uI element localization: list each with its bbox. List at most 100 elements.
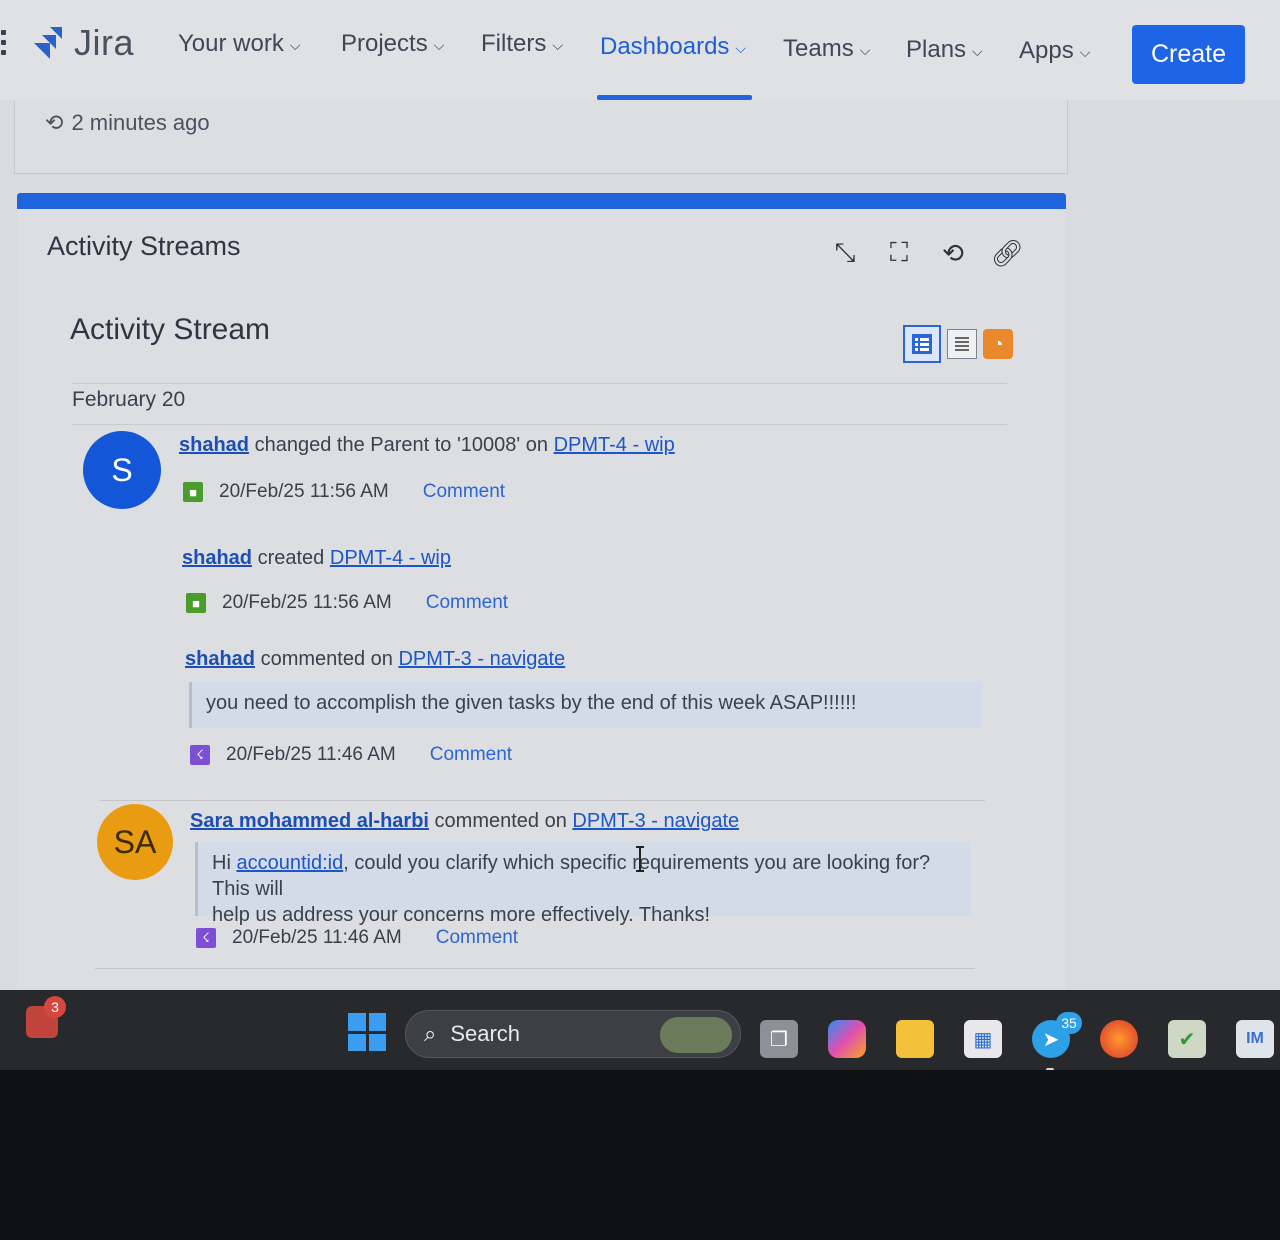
chevron-down-icon: ⌵	[859, 41, 871, 58]
minimize-icon[interactable]: ⤡	[829, 237, 861, 269]
chevron-down-icon: ⌵	[972, 42, 983, 59]
last-refreshed-text: 2 minutes ago	[71, 110, 210, 135]
top-navigation: Jira Your work ⌵ Projects ⌵ Filters ⌵ Dashb…	[0, 0, 1280, 100]
link-icon[interactable]: 🔗︎	[991, 237, 1024, 269]
activity-action: changed the Parent to '10008' on	[254, 434, 549, 456]
rss-feed-icon[interactable]: ◔	[983, 329, 1013, 359]
brand-name: Jira	[74, 22, 135, 63]
nav-label: Apps	[1019, 37, 1074, 64]
app-switcher-icon[interactable]	[0, 30, 8, 60]
task-view-icon[interactable]: ❐	[760, 1020, 798, 1058]
gadget-title: Activity Streams	[47, 231, 241, 261]
im-app-icon[interactable]: IM	[1236, 1020, 1274, 1058]
avatar[interactable]: S	[83, 431, 161, 509]
telegram-badge: 35	[1056, 1012, 1082, 1034]
file-explorer-icon[interactable]	[896, 1020, 934, 1058]
nav-projects[interactable]: Projects ⌵	[341, 30, 444, 58]
firefox-icon[interactable]	[1100, 1020, 1138, 1058]
activity-action: created	[257, 547, 325, 569]
view-toggle: ◔	[903, 325, 1013, 363]
nav-dashboards[interactable]: Dashboards ⌵	[600, 33, 746, 61]
chevron-down-icon: ⌵	[1079, 43, 1091, 60]
gadget-color-bar	[17, 193, 1066, 209]
divider	[100, 800, 985, 801]
timestamp: 20/Feb/25 11:56 AM	[219, 481, 389, 502]
windows-taskbar: 3 ⌕ Search ❐ ▦ ➤ 35 ✔ IM	[0, 990, 1280, 1072]
store-icon[interactable]: ▦	[964, 1020, 1002, 1058]
notification-badge: 3	[44, 996, 66, 1018]
mention-link[interactable]: accountid:id	[236, 852, 343, 874]
nav-plans[interactable]: Plans ⌵	[906, 36, 983, 64]
user-link[interactable]: shahad	[179, 434, 249, 456]
previous-gadget-footer: ⟲ 2 minutes ago	[14, 100, 1068, 174]
entry-meta: ☇ 20/Feb/25 11:46 AM Comment	[190, 744, 512, 766]
user-link[interactable]: shahad	[185, 648, 255, 670]
nav-filters[interactable]: Filters ⌵	[481, 30, 563, 58]
nav-label: Your work	[178, 30, 284, 57]
list-icon	[955, 337, 969, 351]
issue-link[interactable]: DPMT-4 - wip	[330, 547, 451, 569]
nav-label: Teams	[783, 35, 854, 62]
nav-label: Projects	[341, 30, 428, 57]
create-button[interactable]: Create	[1132, 25, 1245, 84]
nav-label: Filters	[481, 30, 547, 57]
entry-meta: ■ 20/Feb/25 11:56 AM Comment	[186, 592, 508, 614]
search-highlight-image	[660, 1017, 732, 1053]
nav-your-work[interactable]: Your work ⌵	[178, 30, 300, 58]
chevron-down-icon: ⌵	[433, 36, 445, 53]
issue-link[interactable]: DPMT-4 - wip	[554, 434, 675, 456]
activity-action: commented on	[260, 648, 393, 670]
timestamp: 20/Feb/25 11:46 AM	[226, 744, 396, 765]
subtask-icon: ☇	[190, 745, 210, 765]
gadget-toolbar: ⤡ ⛶ ⟲ 🔗︎	[829, 237, 1024, 269]
fullscreen-icon[interactable]: ⛶	[883, 237, 915, 269]
date-heading-text: February 20	[72, 388, 186, 411]
avatar[interactable]: SA	[97, 804, 173, 880]
timestamp: 20/Feb/25 11:46 AM	[232, 927, 402, 948]
issue-link[interactable]: DPMT-3 - navigate	[398, 648, 565, 670]
chevron-down-icon: ⌵	[552, 36, 563, 53]
entry-meta: ■ 20/Feb/25 11:56 AM Comment	[183, 481, 505, 503]
comment-link[interactable]: Comment	[436, 927, 518, 949]
list-item: shahad changed the Parent to '10008' on …	[179, 434, 675, 457]
date-heading: February 20	[72, 383, 1007, 425]
full-view-button[interactable]	[903, 325, 941, 363]
text-cursor-icon	[636, 846, 644, 872]
refresh-icon[interactable]: ⟲	[45, 110, 63, 136]
timestamp: 20/Feb/25 11:56 AM	[222, 592, 392, 613]
quote-text: Hi	[212, 852, 231, 874]
list-item: shahad created DPMT-4 - wip	[182, 547, 451, 570]
search-icon: ⌕	[424, 1021, 437, 1046]
entry-meta: ☇ 20/Feb/25 11:46 AM Comment	[196, 927, 518, 949]
nav-apps[interactable]: Apps ⌵	[1019, 37, 1090, 65]
widget-app-icon[interactable]: 3	[24, 996, 66, 1042]
activity-action: commented on	[434, 810, 567, 832]
comment-link[interactable]: Comment	[423, 481, 505, 503]
windows-start-icon[interactable]	[348, 1013, 386, 1051]
list-view-button[interactable]	[947, 329, 977, 359]
check-app-icon[interactable]: ✔	[1168, 1020, 1206, 1058]
nav-label: Dashboards	[600, 33, 730, 60]
nav-label: Plans	[906, 36, 967, 63]
story-icon: ■	[183, 482, 203, 502]
chevron-down-icon: ⌵	[289, 36, 301, 53]
list-detail-icon	[912, 334, 932, 354]
comment-quote: Hi accountid:id, could you clarify which…	[195, 842, 971, 926]
refresh-icon[interactable]: ⟲	[937, 237, 969, 269]
comment-link[interactable]: Comment	[426, 592, 508, 614]
nav-teams[interactable]: Teams ⌵	[783, 35, 870, 63]
quote-text: help us address your concerns more effec…	[212, 904, 711, 926]
chevron-down-icon: ⌵	[735, 39, 747, 56]
issue-link[interactable]: DPMT-3 - navigate	[572, 810, 739, 832]
stream-title: Activity Stream	[70, 313, 271, 346]
user-link[interactable]: shahad	[182, 547, 252, 569]
taskbar-search[interactable]: ⌕ Search	[405, 1010, 741, 1058]
copilot-icon[interactable]	[828, 1020, 866, 1058]
comment-link[interactable]: Comment	[430, 744, 512, 766]
list-item: Sara mohammed al-harbi commented on DPMT…	[190, 810, 739, 833]
user-link[interactable]: Sara mohammed al-harbi	[190, 810, 429, 832]
divider	[95, 968, 975, 969]
list-item: shahad commented on DPMT-3 - navigate	[185, 648, 565, 671]
jira-logo-icon	[34, 27, 62, 59]
jira-logo[interactable]: Jira	[30, 22, 134, 64]
